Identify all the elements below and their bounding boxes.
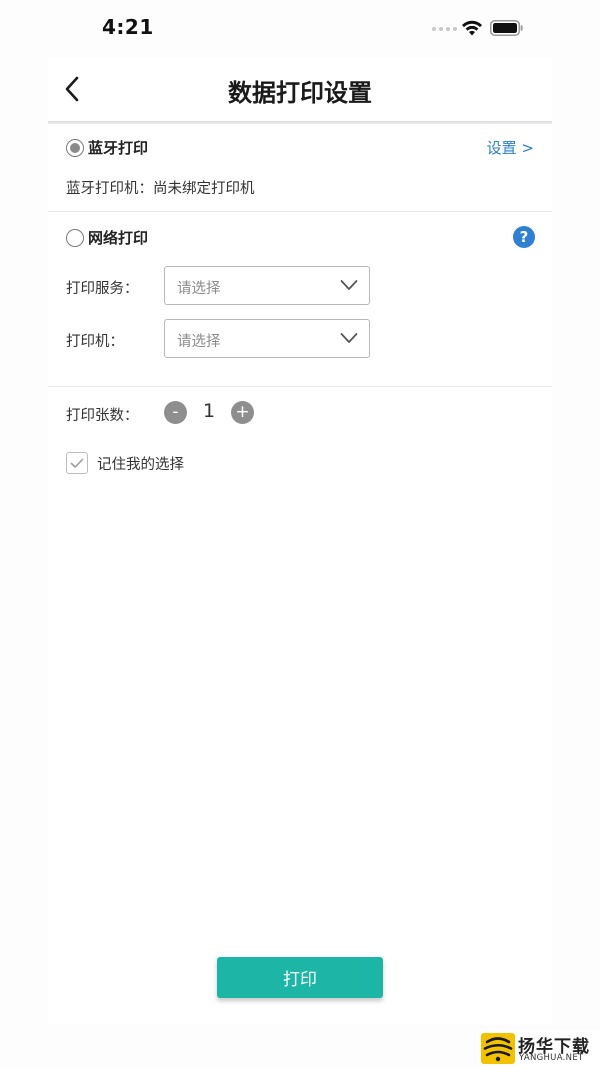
help-icon[interactable]: ? xyxy=(513,226,535,248)
remember-choice-option[interactable]: 记住我的选择 xyxy=(66,452,184,474)
nav-bar: 数据打印设置 xyxy=(48,58,552,122)
print-button[interactable]: 打印 xyxy=(217,957,383,998)
bluetooth-print-label: 蓝牙打印 xyxy=(88,139,149,157)
radio-unselected-icon[interactable] xyxy=(66,228,84,247)
screen: 4:21 数据打印设置 蓝牙打印 设置 > 蓝牙打印机：尚未绑定打印机 网络打印… xyxy=(0,0,600,1067)
print-settings-panel: 蓝牙打印 设置 > 蓝牙打印机：尚未绑定打印机 网络打印 ? 打印服务： 请选择… xyxy=(48,124,552,1024)
remember-checkbox[interactable] xyxy=(66,452,88,474)
network-print-option[interactable]: 网络打印 xyxy=(66,227,148,248)
print-service-select[interactable]: 请选择 xyxy=(164,266,370,305)
print-copies-label: 打印张数： xyxy=(66,408,139,424)
radio-selected-icon[interactable] xyxy=(66,138,84,157)
print-copies-value: 1 xyxy=(202,400,216,422)
cellular-signal-icon xyxy=(432,27,457,31)
chevron-down-icon xyxy=(340,280,358,290)
bluetooth-print-option[interactable]: 蓝牙打印 xyxy=(66,137,148,158)
printer-label: 打印机： xyxy=(66,334,124,350)
status-time: 4:21 xyxy=(102,15,154,39)
yanghua-logo-icon xyxy=(481,1033,515,1064)
decrement-button[interactable]: - xyxy=(164,401,187,424)
network-section: 网络打印 ? 打印服务： 请选择 打印机： 请选择 xyxy=(48,212,552,387)
print-service-label: 打印服务： xyxy=(66,281,139,297)
bluetooth-section: 蓝牙打印 设置 > 蓝牙打印机：尚未绑定打印机 xyxy=(48,124,552,212)
status-bar: 4:21 xyxy=(0,0,600,58)
bluetooth-printer-status: 蓝牙打印机：尚未绑定打印机 xyxy=(66,181,255,197)
remember-choice-label: 记住我的选择 xyxy=(97,456,184,473)
page-title: 数据打印设置 xyxy=(228,79,372,107)
radio-dot xyxy=(70,142,80,153)
bluetooth-settings-link[interactable]: 设置 > xyxy=(487,137,534,158)
watermark-site: YANGHUA.NET xyxy=(519,1053,584,1063)
printer-placeholder: 请选择 xyxy=(177,334,221,350)
battery-icon xyxy=(490,20,523,36)
check-icon xyxy=(70,458,84,468)
chevron-down-icon xyxy=(340,333,358,343)
wifi-icon xyxy=(462,20,482,36)
increment-button[interactable]: + xyxy=(231,401,254,424)
network-print-label: 网络打印 xyxy=(88,229,149,247)
watermark-logo: 扬华下载 YANGHUA.NET xyxy=(478,1030,600,1067)
print-service-placeholder: 请选择 xyxy=(177,281,221,297)
printer-select[interactable]: 请选择 xyxy=(164,319,370,358)
